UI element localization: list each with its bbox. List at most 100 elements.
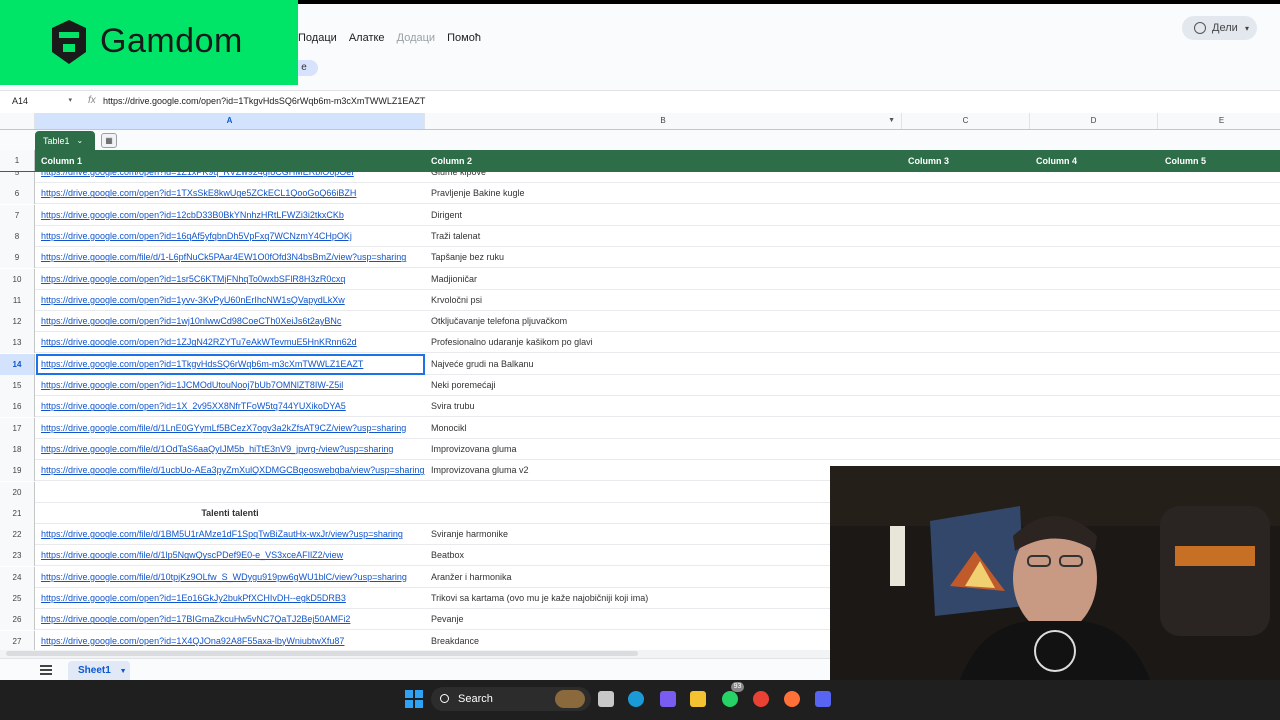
windows-start-icon[interactable] xyxy=(405,690,423,708)
text-cell[interactable]: Dirigent xyxy=(431,205,901,226)
link-cell[interactable] xyxy=(41,482,425,503)
copilot-icon[interactable] xyxy=(660,691,676,707)
link-cell[interactable]: https://drive.google.com/open?id=1JCMOdU… xyxy=(41,375,425,396)
menu-help[interactable]: Помоћ xyxy=(447,32,481,44)
link-cell[interactable]: https://drive.google.com/file/d/1OdTaS6a… xyxy=(41,439,425,460)
text-cell[interactable]: Traži talenat xyxy=(431,226,901,247)
select-all-corner[interactable] xyxy=(0,113,35,129)
link-cell[interactable]: https://drive.google.com/file/d/10tpjKz9… xyxy=(41,567,425,588)
row-number[interactable]: 7 xyxy=(0,204,35,226)
column-header-e[interactable]: E xyxy=(1158,113,1280,129)
sheet-tab[interactable]: Sheet1 ▼ xyxy=(68,661,130,680)
text-cell[interactable]: Madjioničar xyxy=(431,269,901,290)
row-number[interactable]: 12 xyxy=(0,311,35,333)
table-header-cell[interactable]: Column 3 xyxy=(908,150,949,172)
row-number[interactable]: 17 xyxy=(0,417,35,439)
row-number[interactable]: 23 xyxy=(0,545,35,567)
row-number[interactable]: 27 xyxy=(0,630,35,652)
name-box[interactable]: A14 ▾ xyxy=(12,96,72,106)
brand-overlay: Gamdom xyxy=(0,0,298,85)
table-header-cell[interactable]: Column 5 xyxy=(1165,150,1206,172)
firefox-icon[interactable] xyxy=(784,691,800,707)
row-number[interactable]: 15 xyxy=(0,375,35,396)
table-header-cell[interactable]: Column 1 xyxy=(41,150,82,172)
row-number[interactable]: 14 xyxy=(0,353,35,375)
link-cell[interactable]: https://drive.google.com/open?id=1ZJgN42… xyxy=(41,332,425,353)
link-cell[interactable]: https://drive.google.com/file/d/1lp5NgwQ… xyxy=(41,545,425,566)
link-cell[interactable]: https://drive.google.com/open?id=1TXsSkE… xyxy=(41,183,425,204)
edge-browser-icon[interactable] xyxy=(628,691,644,707)
menu-data[interactable]: Подаци xyxy=(298,32,337,44)
link-cell[interactable]: https://drive.google.com/file/d/1-L6pfNu… xyxy=(41,247,425,268)
share-button[interactable]: Дели ▾ xyxy=(1182,16,1257,40)
row-number[interactable]: 24 xyxy=(0,566,35,588)
text-cell[interactable]: Tapšanje bez ruku xyxy=(431,247,901,268)
whatsapp-icon[interactable] xyxy=(722,691,738,707)
link-cell[interactable]: https://drive.google.com/open?id=1TkgvHd… xyxy=(41,354,425,375)
row-number[interactable]: 19 xyxy=(0,460,35,482)
row-number[interactable]: 13 xyxy=(0,332,35,354)
link-cell[interactable]: https://drive.google.com/file/d/1BM5U1rA… xyxy=(41,524,425,545)
link-cell[interactable]: https://drive.google.com/open?id=1X4QJOn… xyxy=(41,631,425,652)
formula-bar: A14 ▾ fx https://drive.google.com/open?i… xyxy=(0,90,1280,114)
table-icon[interactable]: ▦ xyxy=(101,133,117,148)
row-number[interactable]: 11 xyxy=(0,289,35,311)
task-view-icon[interactable] xyxy=(598,691,614,707)
taskbar-search[interactable]: Search xyxy=(431,687,591,711)
menu-bar: Подаци Алатке Додаци Помоћ xyxy=(298,32,490,44)
table-name-chip[interactable]: Table1 ⌄ xyxy=(35,131,95,150)
menu-tools[interactable]: Алатке xyxy=(349,32,385,44)
text-cell[interactable]: Otključavanje telefona pljuvačkom xyxy=(431,311,901,332)
text-cell[interactable]: Neki poremećaji xyxy=(431,375,901,396)
link-cell[interactable]: https://drive.google.com/open?id=1yvv-3K… xyxy=(41,290,425,311)
row-number[interactable]: 9 xyxy=(0,247,35,269)
file-explorer-icon[interactable] xyxy=(690,691,706,707)
text-cell[interactable]: Profesionalno udaranje kašikom po glavi xyxy=(431,332,901,353)
column-header-d[interactable]: D xyxy=(1030,113,1158,129)
table-row: 18 https://drive.google.com/file/d/1OdTaS… xyxy=(0,438,1280,460)
link-cell[interactable]: https://drive.google.com/open?id=1sr5C6K… xyxy=(41,269,425,290)
link-cell[interactable]: https://drive.google.com/open?id=17BIGma… xyxy=(41,609,425,630)
text-cell[interactable]: Svira trubu xyxy=(431,396,901,417)
table-header-cell[interactable]: Column 2 xyxy=(431,150,472,172)
table-header-cell[interactable]: Column 4 xyxy=(1036,150,1077,172)
row-number[interactable]: 16 xyxy=(0,396,35,418)
row-number[interactable]: 20 xyxy=(0,481,35,503)
discord-icon[interactable] xyxy=(815,691,831,707)
row-number[interactable]: 8 xyxy=(0,225,35,247)
formula-input[interactable]: https://drive.google.com/open?id=1TkgvHd… xyxy=(103,96,425,106)
text-cell[interactable]: Krvoločni psi xyxy=(431,290,901,311)
webcam-overlay xyxy=(830,466,1280,680)
text-cell[interactable]: Pravljenje Bakine kugle xyxy=(431,183,901,204)
section-title[interactable]: Talenti talenti xyxy=(35,503,425,524)
row-number[interactable]: 25 xyxy=(0,588,35,609)
row-number[interactable]: 21 xyxy=(0,502,35,524)
link-cell[interactable]: https://drive.google.com/open?id=1Eo16Gk… xyxy=(41,588,425,609)
chevron-down-icon: ▾ xyxy=(68,97,72,104)
column-header-c[interactable]: C xyxy=(902,113,1030,129)
row-number[interactable]: 22 xyxy=(0,524,35,546)
link-cell[interactable]: https://drive.google.com/file/d/1LnE0GYy… xyxy=(41,418,425,439)
text-cell[interactable]: Monocikl xyxy=(431,418,901,439)
chrome-icon[interactable] xyxy=(753,691,769,707)
link-cell[interactable]: https://drive.google.com/open?id=1wj10nI… xyxy=(41,311,425,332)
row-number[interactable]: 10 xyxy=(0,268,35,290)
all-sheets-icon[interactable] xyxy=(40,665,52,675)
link-cell[interactable]: https://drive.google.com/open?id=12cbD33… xyxy=(41,205,425,226)
link-cell[interactable]: https://drive.google.com/open?id=1X_2v95… xyxy=(41,396,425,417)
menu-extensions[interactable]: Додаци xyxy=(397,32,435,44)
row-number[interactable]: 18 xyxy=(0,438,35,460)
column-header-b[interactable]: B ▼ xyxy=(425,113,902,129)
link-cell[interactable]: https://drive.google.com/open?id=16qAf5y… xyxy=(41,226,425,247)
row-number[interactable]: 6 xyxy=(0,183,35,205)
link-cell[interactable]: https://drive.google.com/file/d/1ucbUo-A… xyxy=(41,460,425,481)
chevron-down-icon[interactable]: ▼ xyxy=(888,113,895,129)
text-cell[interactable]: Najveće grudi na Balkanu xyxy=(431,354,901,375)
row-number[interactable]: 1 xyxy=(0,150,35,171)
horizontal-scrollbar[interactable] xyxy=(0,650,830,658)
scrollbar-thumb[interactable] xyxy=(6,651,638,656)
row-number[interactable]: 26 xyxy=(0,609,35,631)
column-header-a[interactable]: A xyxy=(35,113,425,129)
text-cell[interactable]: Improvizovana gluma xyxy=(431,439,901,460)
chevron-down-icon[interactable]: ▼ xyxy=(120,668,127,675)
